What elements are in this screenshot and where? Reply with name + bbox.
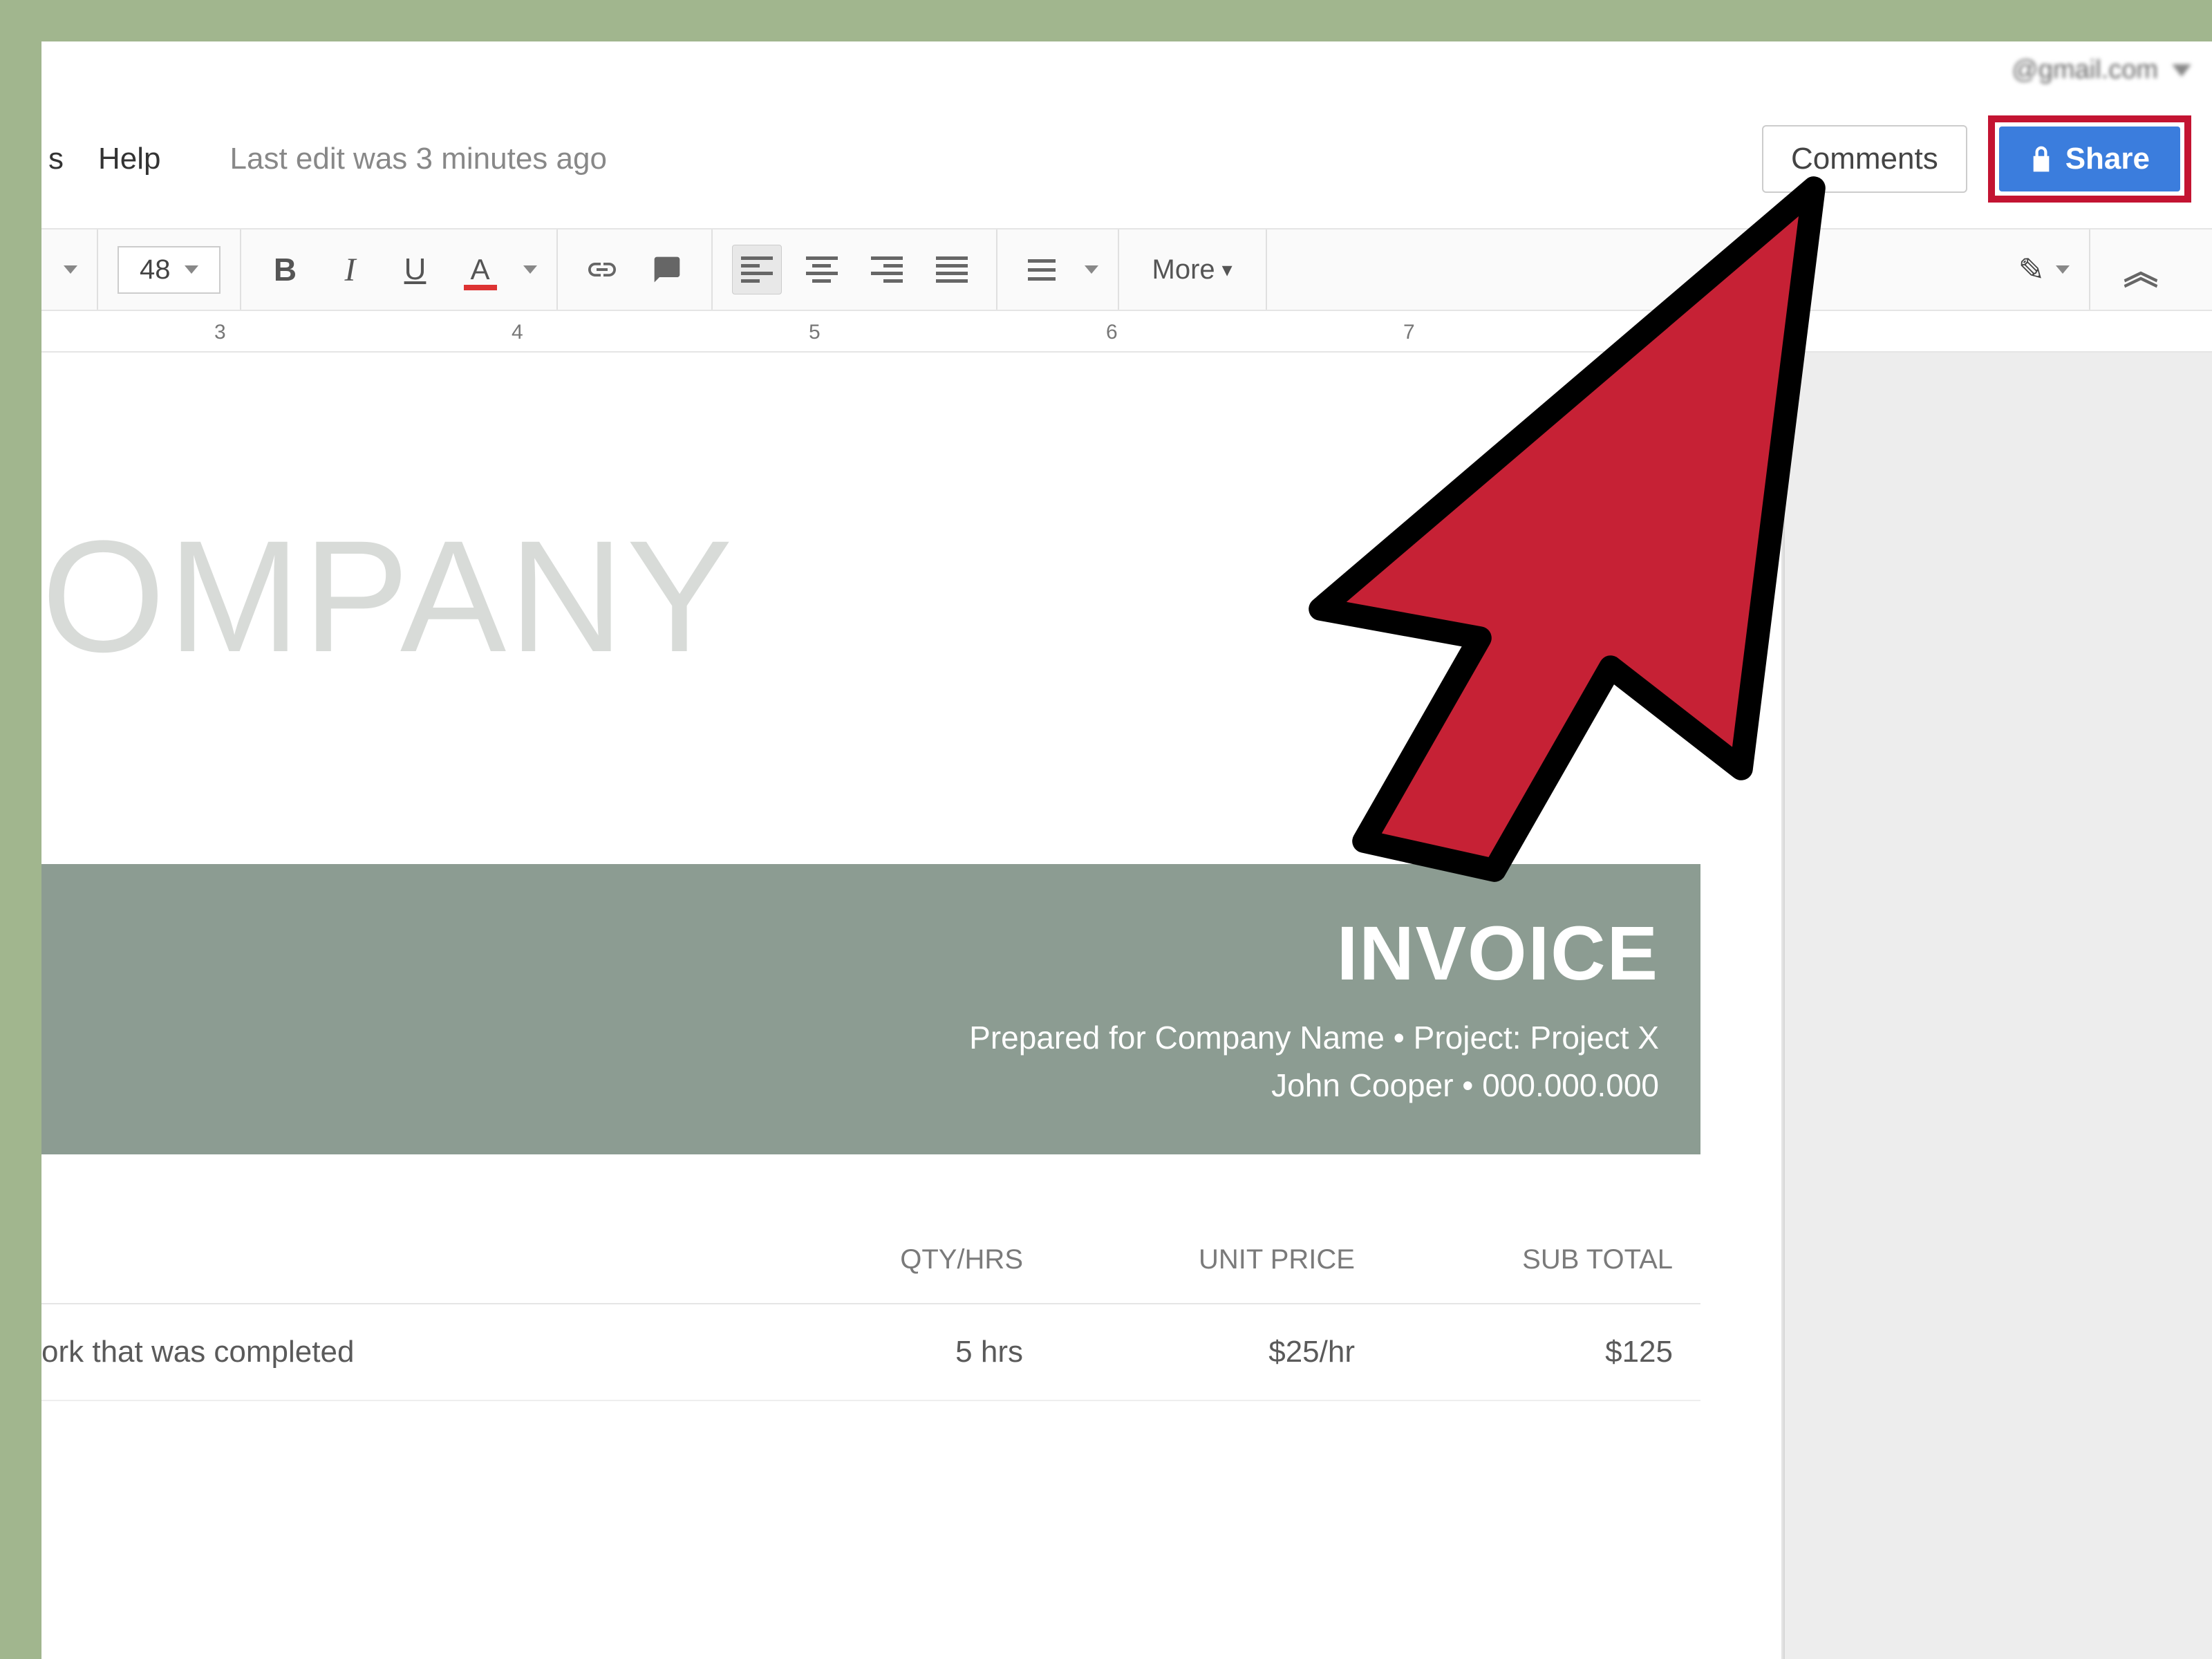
- share-highlight-box: Share: [1988, 115, 2191, 203]
- chevron-down-icon: [2056, 265, 2070, 274]
- chevron-down-icon[interactable]: [523, 265, 537, 274]
- toolbar-group-collapse: ︽: [2089, 229, 2191, 310]
- more-button[interactable]: More ▾: [1138, 254, 1246, 285]
- cell-subtotal[interactable]: $125: [1355, 1335, 1673, 1369]
- align-center-button[interactable]: [797, 245, 847, 294]
- menu-item-fragment[interactable]: s: [48, 142, 64, 176]
- invoice-table[interactable]: QTY/HRS UNIT PRICE SUB TOTAL ork that wa…: [41, 1217, 1700, 1401]
- toolbar-group-insert: [558, 229, 713, 310]
- text-color-button[interactable]: A: [456, 245, 505, 294]
- collapse-toolbar-button[interactable]: ︽: [2110, 245, 2172, 294]
- align-justify-button[interactable]: [927, 245, 977, 294]
- table-row[interactable]: ork that was completed 5 hrs $25/hr $125: [41, 1304, 1700, 1401]
- insert-link-button[interactable]: [577, 245, 627, 294]
- ruler-mark: 3: [214, 321, 226, 344]
- menu-help[interactable]: Help: [98, 142, 161, 176]
- comments-button[interactable]: Comments: [1762, 125, 1967, 193]
- share-button-label: Share: [2065, 142, 2150, 176]
- cell-unit-price[interactable]: $25/hr: [1023, 1335, 1355, 1369]
- col-unit-price: UNIT PRICE: [1023, 1244, 1355, 1275]
- toolbar-group-align: [713, 229, 997, 310]
- table-header-row: QTY/HRS UNIT PRICE SUB TOTAL: [41, 1217, 1700, 1304]
- font-size-value: 48: [140, 254, 171, 285]
- col-description: [41, 1244, 733, 1275]
- bold-button[interactable]: B: [261, 245, 310, 294]
- document-area[interactable]: OMPANY INVOICE Prepared for Company Name…: [41, 353, 1783, 1659]
- cell-description[interactable]: ork that was completed: [41, 1335, 733, 1369]
- pencil-icon: ✎: [2018, 251, 2045, 288]
- ruler-mark: 5: [809, 321, 821, 344]
- align-right-button[interactable]: [862, 245, 912, 294]
- chevron-up-double-icon: ︽: [2124, 253, 2158, 292]
- formatting-toolbar: 48 B I U A: [41, 228, 2212, 311]
- account-dropdown-icon[interactable]: [2172, 64, 2191, 77]
- line-spacing-button[interactable]: [1017, 245, 1067, 294]
- font-size-select[interactable]: 48: [118, 246, 221, 294]
- menu-bar: s Help Last edit was 3 minutes ago: [41, 142, 607, 176]
- share-button[interactable]: Share: [1999, 126, 2180, 191]
- toolbar-group-more: More ▾: [1119, 229, 1267, 310]
- google-docs-app: @gmail.com s Help Last edit was 3 minute…: [41, 41, 2212, 1659]
- toolbar-group-right: ✎: [1998, 229, 2089, 310]
- chevron-down-icon: [185, 265, 198, 274]
- toolbar-group-fontsize: 48: [98, 229, 241, 310]
- invoice-title[interactable]: INVOICE: [1337, 910, 1659, 997]
- cell-qty[interactable]: 5 hrs: [733, 1335, 1023, 1369]
- more-label: More: [1152, 254, 1215, 285]
- outer-frame: @gmail.com s Help Last edit was 3 minute…: [0, 0, 2212, 1659]
- editing-mode-button[interactable]: ✎: [2018, 251, 2070, 288]
- ruler-mark: 6: [1106, 321, 1118, 344]
- account-email[interactable]: @gmail.com: [2012, 55, 2158, 85]
- ruler-mark: 7: [1403, 321, 1415, 344]
- company-heading[interactable]: OMPANY: [41, 505, 735, 688]
- italic-button[interactable]: I: [326, 245, 375, 294]
- chevron-down-icon[interactable]: [1085, 265, 1098, 274]
- align-left-button[interactable]: [732, 245, 782, 294]
- account-row[interactable]: @gmail.com: [2012, 55, 2191, 85]
- ruler-mark: 4: [512, 321, 523, 344]
- toolbar-group-spacing: [997, 229, 1119, 310]
- insert-comment-button[interactable]: [642, 245, 692, 294]
- document-page[interactable]: OMPANY INVOICE Prepared for Company Name…: [41, 366, 1783, 1659]
- document-gutter: [1783, 353, 2212, 1659]
- invoice-subline-1[interactable]: Prepared for Company Name • Project: Pro…: [969, 1014, 1659, 1062]
- col-subtotal: SUB TOTAL: [1355, 1244, 1673, 1275]
- chevron-down-icon[interactable]: [64, 265, 77, 274]
- menu-bar-row: s Help Last edit was 3 minutes ago Comme…: [41, 118, 2212, 200]
- underline-button[interactable]: U: [391, 245, 440, 294]
- toolbar-group-left: [41, 229, 98, 310]
- invoice-banner[interactable]: INVOICE Prepared for Company Name • Proj…: [41, 864, 1700, 1154]
- col-qty: QTY/HRS: [733, 1244, 1023, 1275]
- horizontal-ruler[interactable]: 3 4 5 6 7: [41, 311, 2212, 353]
- invoice-subline-2[interactable]: John Cooper • 000.000.000: [1271, 1062, 1659, 1109]
- lock-icon: [2030, 145, 2053, 173]
- toolbar-group-textstyle: B I U A: [241, 229, 558, 310]
- chevron-down-icon: ▾: [1222, 258, 1232, 282]
- last-edit-status[interactable]: Last edit was 3 minutes ago: [230, 142, 607, 176]
